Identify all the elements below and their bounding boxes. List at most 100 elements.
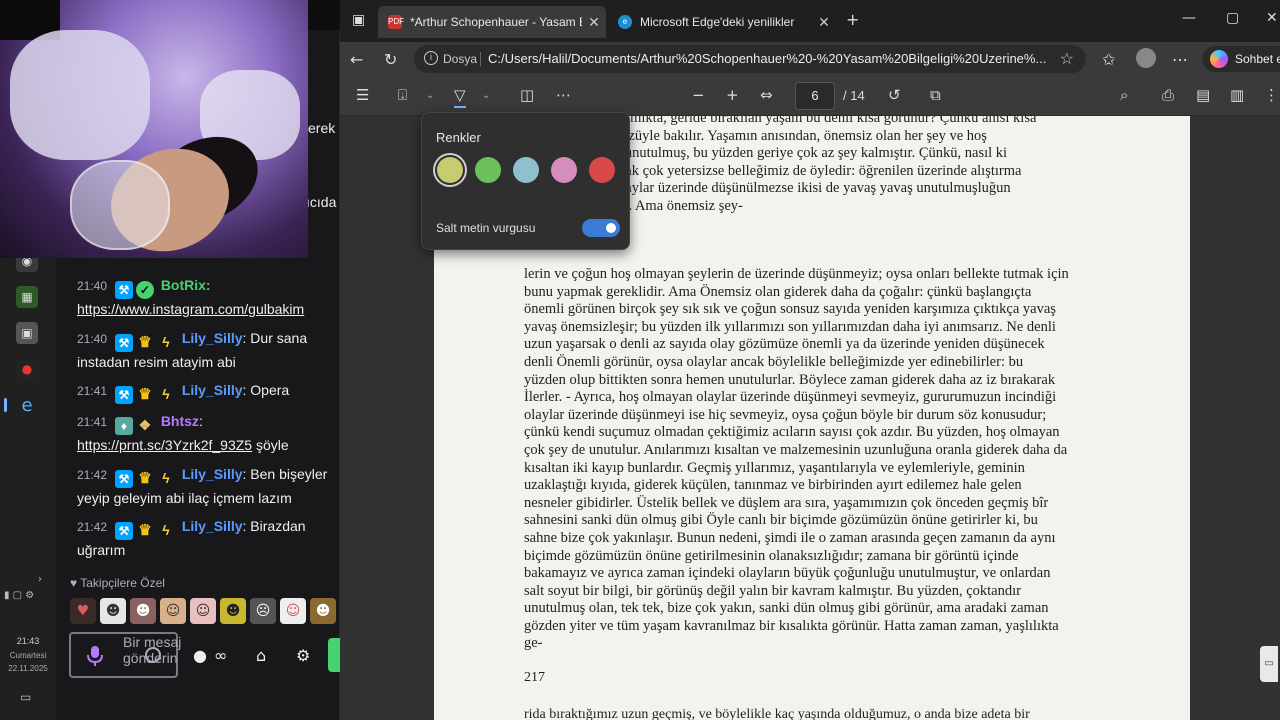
- minecraft-icon[interactable]: ▦: [16, 286, 38, 308]
- emote-icon[interactable]: ☻: [220, 598, 246, 624]
- chevron-down-icon[interactable]: ⌄: [482, 90, 490, 101]
- app-icon[interactable]: ▣: [16, 322, 38, 344]
- moderator-badge-icon: ⚒: [114, 334, 133, 352]
- pdf-icon: PDF: [388, 15, 404, 29]
- tab-actions-icon[interactable]: ▣: [352, 12, 365, 28]
- new-tab-icon[interactable]: +: [846, 10, 859, 29]
- message-time: 21:42: [77, 468, 108, 482]
- text-only-highlight-toggle[interactable]: [582, 219, 620, 237]
- pdf-text-line: ler. Ama önemsiz şey-: [614, 197, 743, 214]
- clock-day: Cumartesi: [9, 651, 47, 660]
- partial-chat-text: ıcıda: [306, 194, 337, 210]
- print-icon[interactable]: ⎙: [1162, 86, 1174, 104]
- url-input[interactable]: i Dosya C:/Users/Halil/Documents/Arthur%…: [414, 45, 1086, 73]
- pdf-text-line: ge-: [524, 635, 543, 652]
- url-text[interactable]: C:/Users/Halil/Documents/Arthur%20Schope…: [488, 51, 1048, 66]
- message-time: 21:40: [77, 332, 108, 346]
- more-tools-icon[interactable]: ⋯: [556, 86, 571, 104]
- emote-icon[interactable]: ♥: [70, 598, 96, 624]
- pdf-text-line: İlerler. - Ayrıca, hoş olmayan olaylar ü…: [524, 389, 1057, 406]
- tab-edge-news[interactable]: e Microsoft Edge'deki yenilikler ✕: [608, 6, 836, 38]
- page-number-input[interactable]: 6: [795, 82, 835, 110]
- save-icon[interactable]: ▤: [1196, 86, 1210, 104]
- dog-badge-icon: ❖: [138, 417, 152, 433]
- chat-username[interactable]: Lily_Silly: [182, 518, 243, 534]
- tray-chevron-icon[interactable]: ›: [38, 574, 42, 585]
- chat-username[interactable]: BotRix:: [161, 277, 211, 293]
- color-swatch-yellow[interactable]: [437, 157, 463, 183]
- emote-row: ♥ ☻ ☻ ☺ ☺ ☻ ☹ ☺ ☻: [70, 598, 336, 626]
- save-as-icon[interactable]: ▥: [1230, 86, 1244, 104]
- pdf-text-top: aşımıkta, geride bırakılan yaşam bu denl…: [614, 116, 1104, 216]
- chat-username[interactable]: Lily_Silly: [182, 382, 243, 398]
- refresh-icon[interactable]: ↻: [384, 50, 397, 69]
- notification-icon[interactable]: ▭: [20, 690, 31, 704]
- emote-icon[interactable]: ☹: [250, 598, 276, 624]
- rotate-icon[interactable]: ↺: [888, 86, 901, 104]
- color-swatch-blue[interactable]: [513, 157, 539, 183]
- chat-username[interactable]: Lily_Silly: [182, 330, 243, 346]
- profile-avatar[interactable]: [1136, 48, 1156, 68]
- zoom-out-icon[interactable]: −: [692, 86, 705, 104]
- store-icon[interactable]: ⌂: [256, 646, 266, 665]
- emote-icon[interactable]: ☺: [280, 598, 306, 624]
- copilot-button[interactable]: Sohbet e: [1202, 46, 1280, 72]
- view-icon[interactable]: ◫: [520, 86, 534, 104]
- emote-icon[interactable]: ☻: [130, 598, 156, 624]
- pdf-text-line: biçimde gözümüzün önüne getirilmesinin o…: [524, 547, 1019, 564]
- color-swatch-red[interactable]: [589, 157, 615, 183]
- infinity-icon[interactable]: ∞: [214, 646, 227, 665]
- color-swatch-green[interactable]: [475, 157, 501, 183]
- clock-time[interactable]: 21:43: [0, 636, 56, 646]
- chat-message-input[interactable]: Bir mesaj gönderin: [69, 632, 181, 678]
- favorite-star-icon[interactable]: ☆: [1060, 49, 1074, 69]
- obs-icon[interactable]: ●: [16, 358, 38, 380]
- pdf-text-line: kısaltan iki kayıp bunlardır. Geçmiş yıl…: [524, 459, 1025, 476]
- info-icon[interactable]: i: [424, 51, 438, 65]
- sub-badge-icon: ♦: [114, 417, 133, 435]
- close-tab-icon[interactable]: ✕: [582, 14, 606, 31]
- microphone-icon[interactable]: [87, 646, 103, 666]
- follower-emotes-label: ♥ Takipçilere Özel: [70, 576, 165, 590]
- contents-icon[interactable]: ☰: [356, 86, 369, 104]
- page-view-icon[interactable]: ⧉: [930, 86, 941, 104]
- more-options-icon[interactable]: ⋯: [1172, 50, 1188, 69]
- chat-username[interactable]: Lily_Silly: [182, 466, 243, 482]
- tab-pdf[interactable]: PDF *Arthur Schopenhauer - Yasam Bil ✕: [378, 6, 606, 38]
- send-button[interactable]: [328, 638, 340, 672]
- emote-icon[interactable]: ☻: [100, 598, 126, 624]
- chevron-down-icon[interactable]: ⌄: [426, 90, 434, 101]
- chat-link[interactable]: https://prnt.sc/3Yzrk2f_93Z5: [77, 437, 252, 453]
- emote-icon[interactable]: ☺: [190, 598, 216, 624]
- zoom-in-icon[interactable]: +: [726, 86, 739, 104]
- tray-icons[interactable]: ▮ ▢ ⚙: [4, 590, 34, 601]
- fit-page-icon[interactable]: ⇔: [760, 86, 773, 104]
- highlight-icon[interactable]: ⍗: [398, 86, 407, 104]
- maximize-icon[interactable]: ▢: [1226, 10, 1239, 26]
- emote-icon[interactable]: ☻: [310, 598, 336, 624]
- edge-taskbar-icon[interactable]: e: [4, 394, 38, 416]
- crown-badge-icon: ♛: [138, 522, 152, 539]
- close-window-icon[interactable]: ✕: [1266, 10, 1278, 26]
- address-bar: ← ↻ i Dosya C:/Users/Halil/Documents/Art…: [340, 42, 1280, 76]
- side-panel-handle-icon[interactable]: ▭: [1260, 646, 1278, 682]
- pdf-text-line: uzun yaşarsak o denli az sayıda olay göz…: [524, 336, 1045, 353]
- copilot-icon: [1210, 50, 1228, 68]
- draw-icon[interactable]: ▽: [454, 86, 466, 108]
- pdf-text-line: olaylar üzerinde düşünülmezse ikisi de y…: [614, 180, 1011, 197]
- pdf-text-line: unutulmuş olan, tek tek, bize çok yakın,…: [524, 600, 1049, 617]
- settings-gear-icon[interactable]: ⚙: [296, 646, 310, 665]
- bits-icon[interactable]: ●: [193, 646, 207, 665]
- close-tab-icon[interactable]: ✕: [812, 14, 836, 31]
- chat-username[interactable]: Bhtsz: [161, 413, 199, 429]
- favorites-icon[interactable]: ✩: [1102, 50, 1115, 69]
- minimize-icon[interactable]: —: [1182, 10, 1196, 26]
- color-swatch-pink[interactable]: [551, 157, 577, 183]
- back-icon[interactable]: ←: [350, 50, 363, 69]
- chat-link[interactable]: https://www.instagram.com/gulbakim: [77, 301, 304, 317]
- more-options-icon[interactable]: ⋮: [1264, 86, 1279, 104]
- emoji-picker-icon[interactable]: [145, 647, 161, 663]
- partial-chat-text: erek: [308, 120, 336, 136]
- search-icon[interactable]: ⌕: [1120, 86, 1128, 104]
- emote-icon[interactable]: ☺: [160, 598, 186, 624]
